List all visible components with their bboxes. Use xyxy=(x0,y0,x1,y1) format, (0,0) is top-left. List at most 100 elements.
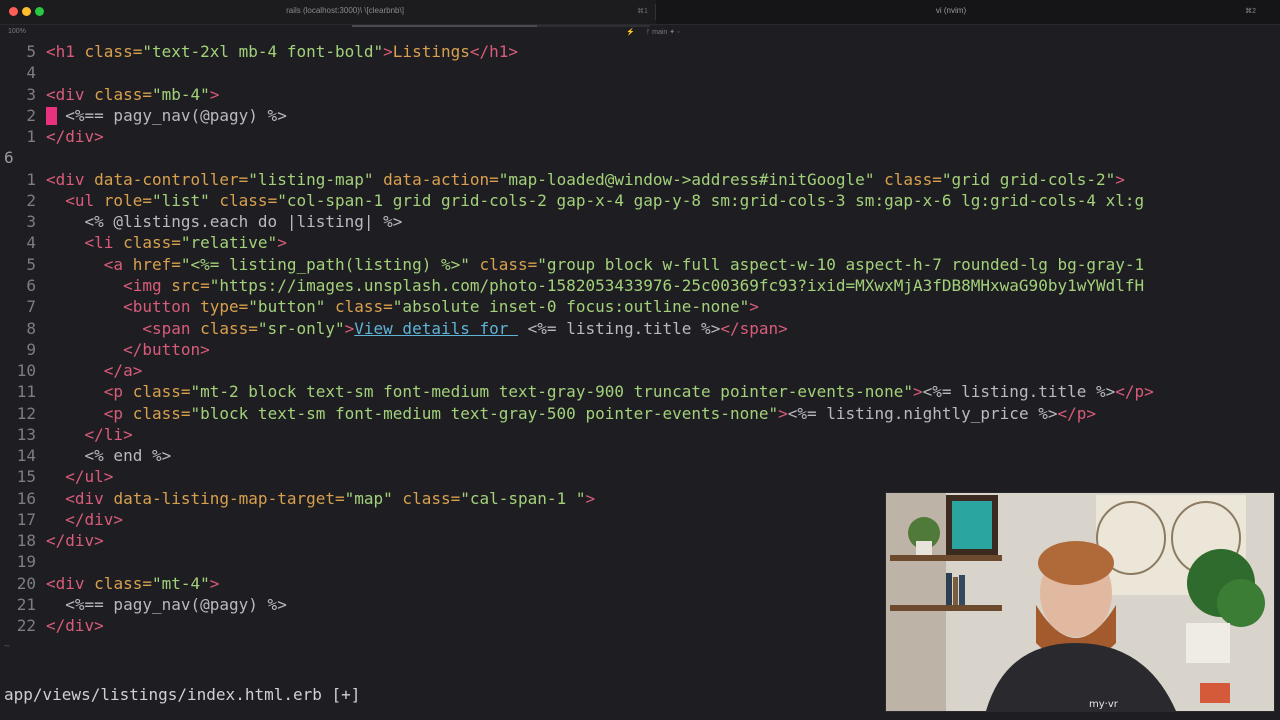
code-line[interactable]: 6 xyxy=(0,147,1280,168)
code-token: </li> xyxy=(46,424,133,444)
code-text: </div> xyxy=(46,615,104,636)
code-token: > xyxy=(912,382,923,402)
tab-nvim-title: vi (nvim) xyxy=(935,6,967,15)
code-line[interactable]: 14 <% end %> xyxy=(0,445,1280,466)
editor-cursor xyxy=(46,107,57,125)
code-token: class= xyxy=(132,382,191,402)
empty-line-marker: ~ xyxy=(4,641,11,652)
code-token: "mb-4" xyxy=(151,84,210,104)
code-line[interactable]: 1 <div data-controller="listing-map" data… xyxy=(0,169,1280,190)
code-line[interactable]: 1 </div> xyxy=(0,126,1280,147)
line-number: 3 xyxy=(26,84,36,104)
code-token: class= xyxy=(469,254,538,274)
code-token: <div xyxy=(46,84,95,104)
line-number: 7 xyxy=(26,297,36,317)
shirt-logo: my·vr xyxy=(1089,699,1119,710)
current-filename: app/views/listings/index.html.erb [+] xyxy=(4,685,361,704)
code-text: <span class="sr-only">View details for <… xyxy=(46,318,788,339)
code-token: <span xyxy=(46,318,201,338)
line-number: 12 xyxy=(16,403,36,423)
code-token: <%== pagy_nav(@pagy) %> xyxy=(46,105,287,125)
tab-nvim[interactable]: vi (nvim) ⌘2 xyxy=(656,0,1280,24)
code-line[interactable]: 2 <%== pagy_nav(@pagy) %> xyxy=(0,105,1280,126)
code-text: <img src="https://images.unsplash.com/ph… xyxy=(46,275,1144,296)
code-token: <li xyxy=(46,233,124,253)
code-token: class= xyxy=(94,84,152,104)
code-text: </li> xyxy=(46,424,133,445)
code-token: "map" xyxy=(344,488,393,508)
code-line[interactable]: 3 <div class="mb-4"> xyxy=(0,84,1280,105)
line-number: 10 xyxy=(16,361,36,381)
line-number: 17 xyxy=(16,509,36,529)
tab-nvim-shortcut: ⌘2 xyxy=(1245,8,1256,15)
code-token: "https://images.unsplash.com/photo-15820… xyxy=(209,275,1145,295)
code-token: </div> xyxy=(46,616,104,636)
code-text: </div> xyxy=(46,126,104,147)
code-token: "sr-only" xyxy=(257,318,345,338)
line-number: 2 xyxy=(26,190,36,210)
code-token: <% end %> xyxy=(46,446,172,466)
code-token: <h1 xyxy=(46,42,85,61)
code-line[interactable]: 7 <button type="button" class="absolute … xyxy=(0,296,1280,317)
code-token: > xyxy=(277,233,287,253)
code-text: <div data-listing-map-target="map" class… xyxy=(46,488,595,509)
line-number: 3 xyxy=(26,212,36,232)
code-token: "block text-sm font-medium text-gray-500… xyxy=(190,403,779,423)
code-token: </button> xyxy=(46,339,210,359)
code-token: > xyxy=(383,42,393,61)
code-line[interactable]: 5 <a href="<%= listing_path(listing) %>"… xyxy=(0,254,1280,275)
terminal-tab-bar: rails (localhost:3000)\ \[clearbnb\] ⌘1 … xyxy=(0,0,1280,25)
code-line[interactable]: 4 xyxy=(0,62,1280,83)
line-number: 2 xyxy=(26,105,36,125)
code-text: <p class="mt-2 block text-sm font-medium… xyxy=(46,381,1154,402)
code-token: class= xyxy=(874,169,942,189)
code-token: <%== pagy_nav(@pagy) %> xyxy=(46,595,287,615)
line-number: 22 xyxy=(16,616,36,636)
scroll-progress-bar xyxy=(352,25,650,27)
code-token: class= xyxy=(123,233,181,253)
code-line[interactable]: 11 <p class="mt-2 block text-sm font-med… xyxy=(0,381,1280,402)
code-line[interactable]: 4 <li class="relative"> xyxy=(0,232,1280,253)
code-token: <a xyxy=(46,254,133,274)
code-token: class= xyxy=(392,488,461,508)
line-number: 19 xyxy=(16,552,36,572)
code-line[interactable]: 12 <p class="block text-sm font-medium t… xyxy=(0,403,1280,424)
code-text: <%== pagy_nav(@pagy) %> xyxy=(46,105,287,126)
code-line[interactable]: 8 <span class="sr-only">View details for… xyxy=(0,318,1280,339)
code-line[interactable]: 3 <% @listings.each do |listing| %> xyxy=(0,211,1280,232)
code-token: <div xyxy=(46,573,95,593)
code-line[interactable]: 15 </ul> xyxy=(0,466,1280,487)
code-token: class= xyxy=(94,573,152,593)
line-number: 4 xyxy=(26,63,36,83)
code-line[interactable]: 5 <h1 class="text-2xl mb-4 font-bold">Lis… xyxy=(0,41,1280,62)
code-line[interactable]: 6 <img src="https://images.unsplash.com/… xyxy=(0,275,1280,296)
code-token: <div xyxy=(46,169,95,189)
code-token: </h1> xyxy=(469,42,519,61)
code-token: > xyxy=(1115,169,1125,189)
line-number: 20 xyxy=(16,573,36,593)
code-token: </span> xyxy=(720,318,788,338)
code-token: <div xyxy=(46,488,114,508)
code-text: <%== pagy_nav(@pagy) %> xyxy=(46,594,287,615)
tab-rails[interactable]: rails (localhost:3000)\ \[clearbnb\] ⌘1 xyxy=(0,0,656,24)
tab-rails-title: rails (localhost:3000)\ \[clearbnb\] xyxy=(286,6,404,15)
code-text: </ul> xyxy=(46,466,113,487)
code-text: <div class="mt-4"> xyxy=(46,573,219,594)
code-line[interactable]: 2 <ul role="list" class="col-span-1 grid… xyxy=(0,190,1280,211)
code-line[interactable]: 10 </a> xyxy=(0,360,1280,381)
code-token: > xyxy=(749,297,759,317)
line-number: 4 xyxy=(26,233,36,253)
code-token: role= xyxy=(103,190,152,210)
code-line[interactable]: 13 </li> xyxy=(0,424,1280,445)
code-token: </a> xyxy=(46,361,143,381)
code-token: "absolute inset-0 focus:outline-none" xyxy=(392,297,750,317)
code-token[interactable]: View details for xyxy=(354,319,518,338)
line-number: 1 xyxy=(26,169,36,189)
vim-statusline: app/views/listings/index.html.erb [+] xyxy=(0,659,360,704)
code-text: <li class="relative"> xyxy=(46,232,287,253)
code-text: <ul role="list" class="col-span-1 grid g… xyxy=(46,190,1144,211)
code-text: </div> xyxy=(46,530,104,551)
code-token: <ul xyxy=(46,190,104,210)
code-token: <img xyxy=(46,275,172,295)
code-line[interactable]: 9 </button> xyxy=(0,339,1280,360)
